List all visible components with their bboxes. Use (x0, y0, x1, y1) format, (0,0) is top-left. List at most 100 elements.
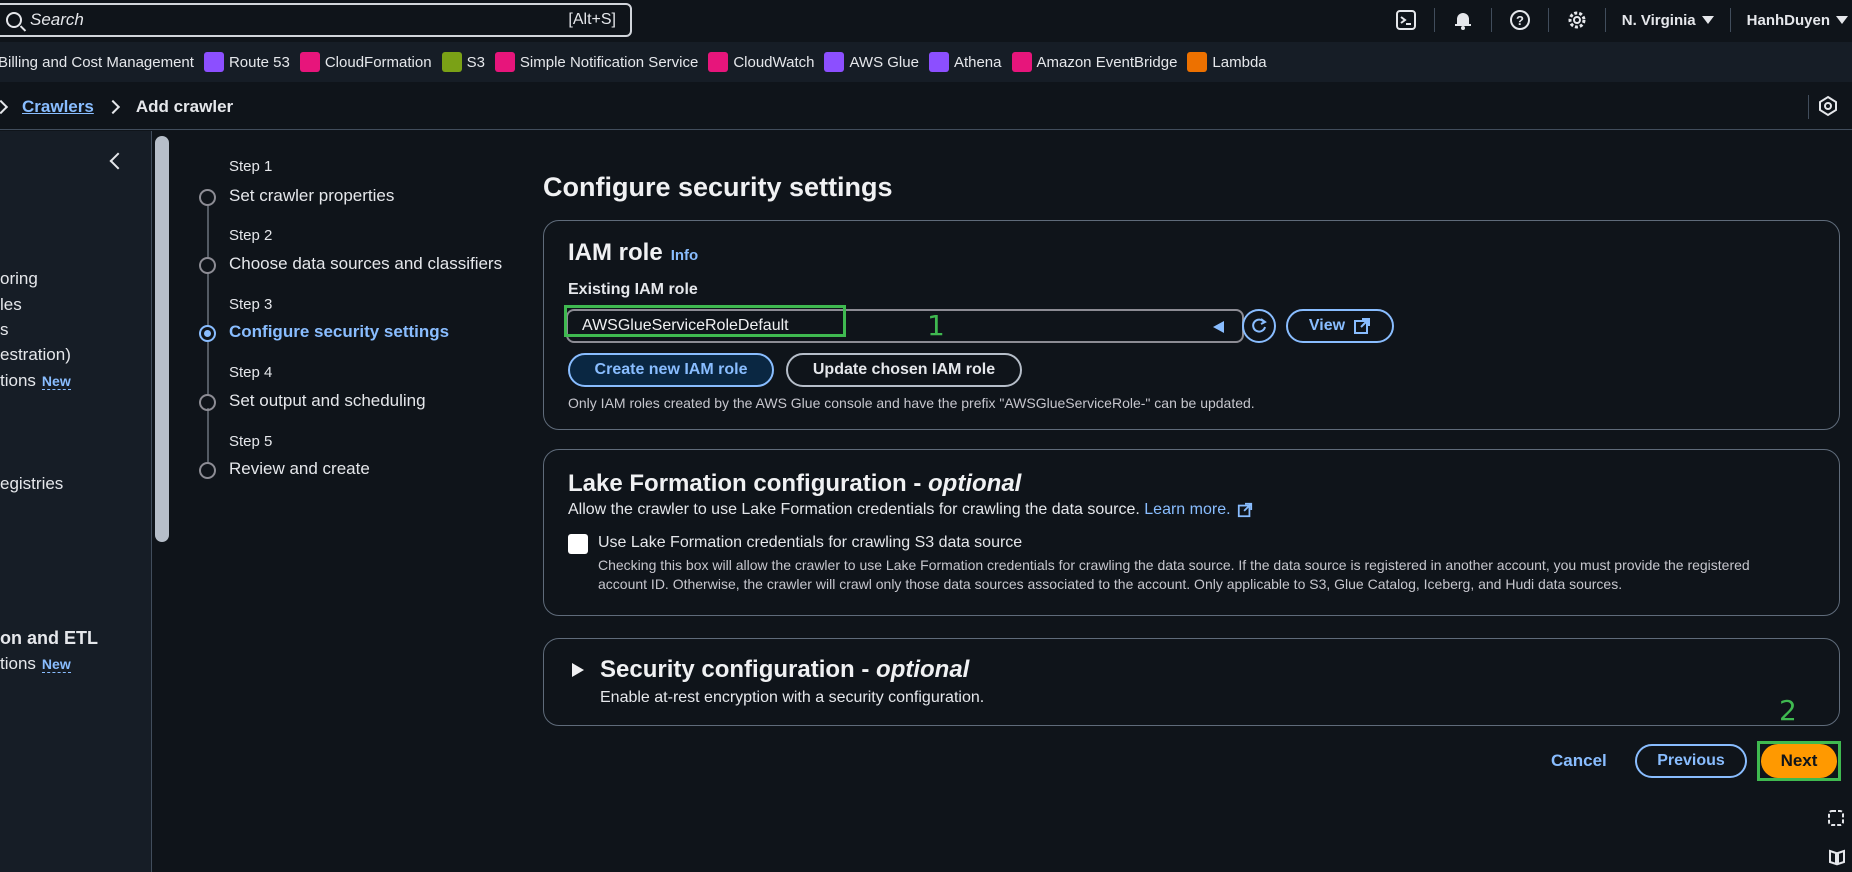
step-number: Step 5 (229, 433, 273, 450)
next-button[interactable]: Next (1761, 744, 1837, 778)
sidebar-item-connections[interactable]: tions New (0, 654, 71, 674)
sidebar-item-integrations[interactable]: tions New (0, 371, 71, 391)
favorite-sns[interactable]: Simple Notification Service (494, 52, 698, 72)
side-navigation: oring les s estration) tions New egistrie… (0, 131, 152, 872)
lake-formation-checkbox[interactable] (568, 534, 588, 554)
refresh-button[interactable] (1242, 309, 1276, 343)
cancel-button[interactable]: Cancel (1551, 751, 1607, 771)
iam-role-help-text: Only IAM roles created by the AWS Glue c… (568, 395, 1255, 411)
annotation-number-1: 1 (927, 309, 945, 342)
favorite-s3[interactable]: S3 (441, 52, 485, 72)
s3-icon (441, 52, 462, 72)
chevron-down-icon (1701, 16, 1714, 24)
top-navigation: Search [Alt+S] ? N. Virginia HanhDuyen (0, 0, 1852, 40)
book-icon[interactable] (1828, 848, 1846, 871)
region-selector[interactable]: N. Virginia (1614, 12, 1722, 29)
favorite-athena[interactable]: Athena (928, 52, 1002, 72)
dropdown-arrow-icon (1213, 321, 1224, 333)
search-placeholder: Search (30, 10, 84, 29)
lake-formation-checkbox-description: Checking this box will allow the crawler… (598, 557, 1750, 592)
favorite-eventbridge[interactable]: Amazon EventBridge (1011, 52, 1177, 72)
security-configuration-panel[interactable]: Security configuration - optional Enable… (543, 638, 1840, 726)
gear-icon[interactable] (1557, 0, 1597, 40)
search-shortcut: [Alt+S] (568, 11, 616, 28)
sidebar-scrollbar[interactable] (155, 136, 169, 542)
glue-icon (824, 52, 845, 72)
security-configuration-description: Enable at-rest encryption with a securit… (600, 689, 985, 706)
annotation-number-2: 2 (1779, 694, 1797, 727)
search-input[interactable]: Search [Alt+S] (0, 3, 632, 37)
svg-text:?: ? (1516, 13, 1524, 28)
step-status-icon (199, 257, 216, 274)
sidebar-item-tables[interactable]: les (0, 295, 22, 315)
chevron-down-icon (1836, 16, 1848, 24)
bell-icon[interactable] (1443, 0, 1483, 40)
favorite-lambda[interactable]: Lambda (1187, 52, 1267, 72)
eventbridge-icon (1011, 52, 1032, 72)
favorite-glue[interactable]: AWS Glue (824, 52, 919, 72)
account-menu[interactable]: HanhDuyen (1739, 12, 1852, 29)
current-step-icon (199, 325, 216, 342)
side-tool-icon[interactable] (1826, 808, 1846, 833)
favorite-route53[interactable]: Route 53 (203, 52, 290, 72)
previous-button[interactable]: Previous (1635, 744, 1747, 778)
step-number: Step 3 (229, 296, 273, 313)
new-badge: New (41, 373, 71, 390)
sns-icon (494, 52, 515, 72)
search-icon (6, 12, 22, 28)
existing-iam-role-label: Existing IAM role (568, 281, 698, 298)
step-status-icon (199, 394, 216, 411)
region-label: N. Virginia (1621, 11, 1696, 29)
step-status-icon (199, 462, 216, 479)
lambda-icon (1187, 52, 1208, 72)
chevron-right-icon (105, 99, 120, 114)
sidebar-section-heading: on and ETL (0, 628, 98, 648)
favorite-cloudformation[interactable]: CloudFormation (299, 52, 432, 72)
step-title: Configure security settings (229, 322, 450, 341)
lake-formation-description: Allow the crawler to use Lake Formation … (568, 501, 1253, 519)
sidebar-item-registries[interactable]: egistries (0, 474, 63, 494)
feedback-icon[interactable] (1808, 95, 1837, 119)
step-number: Step 4 (229, 364, 273, 381)
security-configuration-heading: Security configuration - optional (600, 656, 970, 683)
refresh-icon (1252, 318, 1267, 333)
user-label: HanhDuyen (1746, 11, 1830, 29)
favorite-billing[interactable]: Billing and Cost Management (0, 54, 194, 71)
external-link-icon (1354, 318, 1371, 334)
step-title: Choose data sources and classifiers (229, 254, 503, 273)
collapse-sidebar-icon[interactable] (109, 152, 127, 170)
iam-role-heading: IAM role Info (568, 239, 699, 266)
help-icon[interactable]: ? (1500, 0, 1540, 40)
breadcrumb: Crawlers Add crawler (0, 84, 1852, 130)
iam-role-panel: IAM role Info Existing IAM role AWSGlueSe… (543, 220, 1840, 430)
step-title: Set crawler properties (229, 186, 395, 205)
info-link[interactable]: Info (671, 247, 699, 264)
step-title: Review and create (229, 459, 370, 478)
lake-formation-heading: Lake Formation configuration - optional (568, 470, 1022, 497)
breadcrumb-crawlers-link[interactable]: Crawlers (22, 97, 94, 117)
step-title: Set output and scheduling (229, 391, 426, 410)
athena-icon (928, 52, 949, 72)
step-status-icon (199, 189, 216, 206)
nav-right-group: ? N. Virginia HanhDuyen (1386, 0, 1852, 40)
chevron-right-icon (0, 99, 9, 114)
cloudformation-icon (299, 52, 320, 72)
cloudshell-icon[interactable] (1386, 0, 1426, 40)
sidebar-item-orchestration[interactable]: estration) (0, 345, 71, 365)
view-button[interactable]: View (1286, 309, 1394, 343)
sidebar-item-monitoring[interactable]: oring (0, 269, 38, 289)
step-number: Step 1 (229, 158, 273, 175)
expand-caret-icon[interactable] (572, 663, 584, 677)
create-iam-role-button[interactable]: Create new IAM role (568, 353, 774, 387)
favorite-cloudwatch[interactable]: CloudWatch (708, 52, 814, 72)
lake-formation-panel: Lake Formation configuration - optional … (543, 449, 1840, 616)
favorites-bar: Billing and Cost Management Route 53 Clo… (0, 42, 1852, 82)
cloudwatch-icon (708, 52, 729, 72)
update-iam-role-button[interactable]: Update chosen IAM role (786, 353, 1022, 387)
learn-more-link[interactable]: Learn more. (1144, 501, 1252, 518)
page-title: Configure security settings (543, 172, 893, 202)
step-number: Step 2 (229, 227, 273, 244)
external-link-icon (1237, 502, 1252, 517)
breadcrumb-current: Add crawler (135, 96, 234, 116)
sidebar-item-s[interactable]: s (0, 320, 9, 340)
